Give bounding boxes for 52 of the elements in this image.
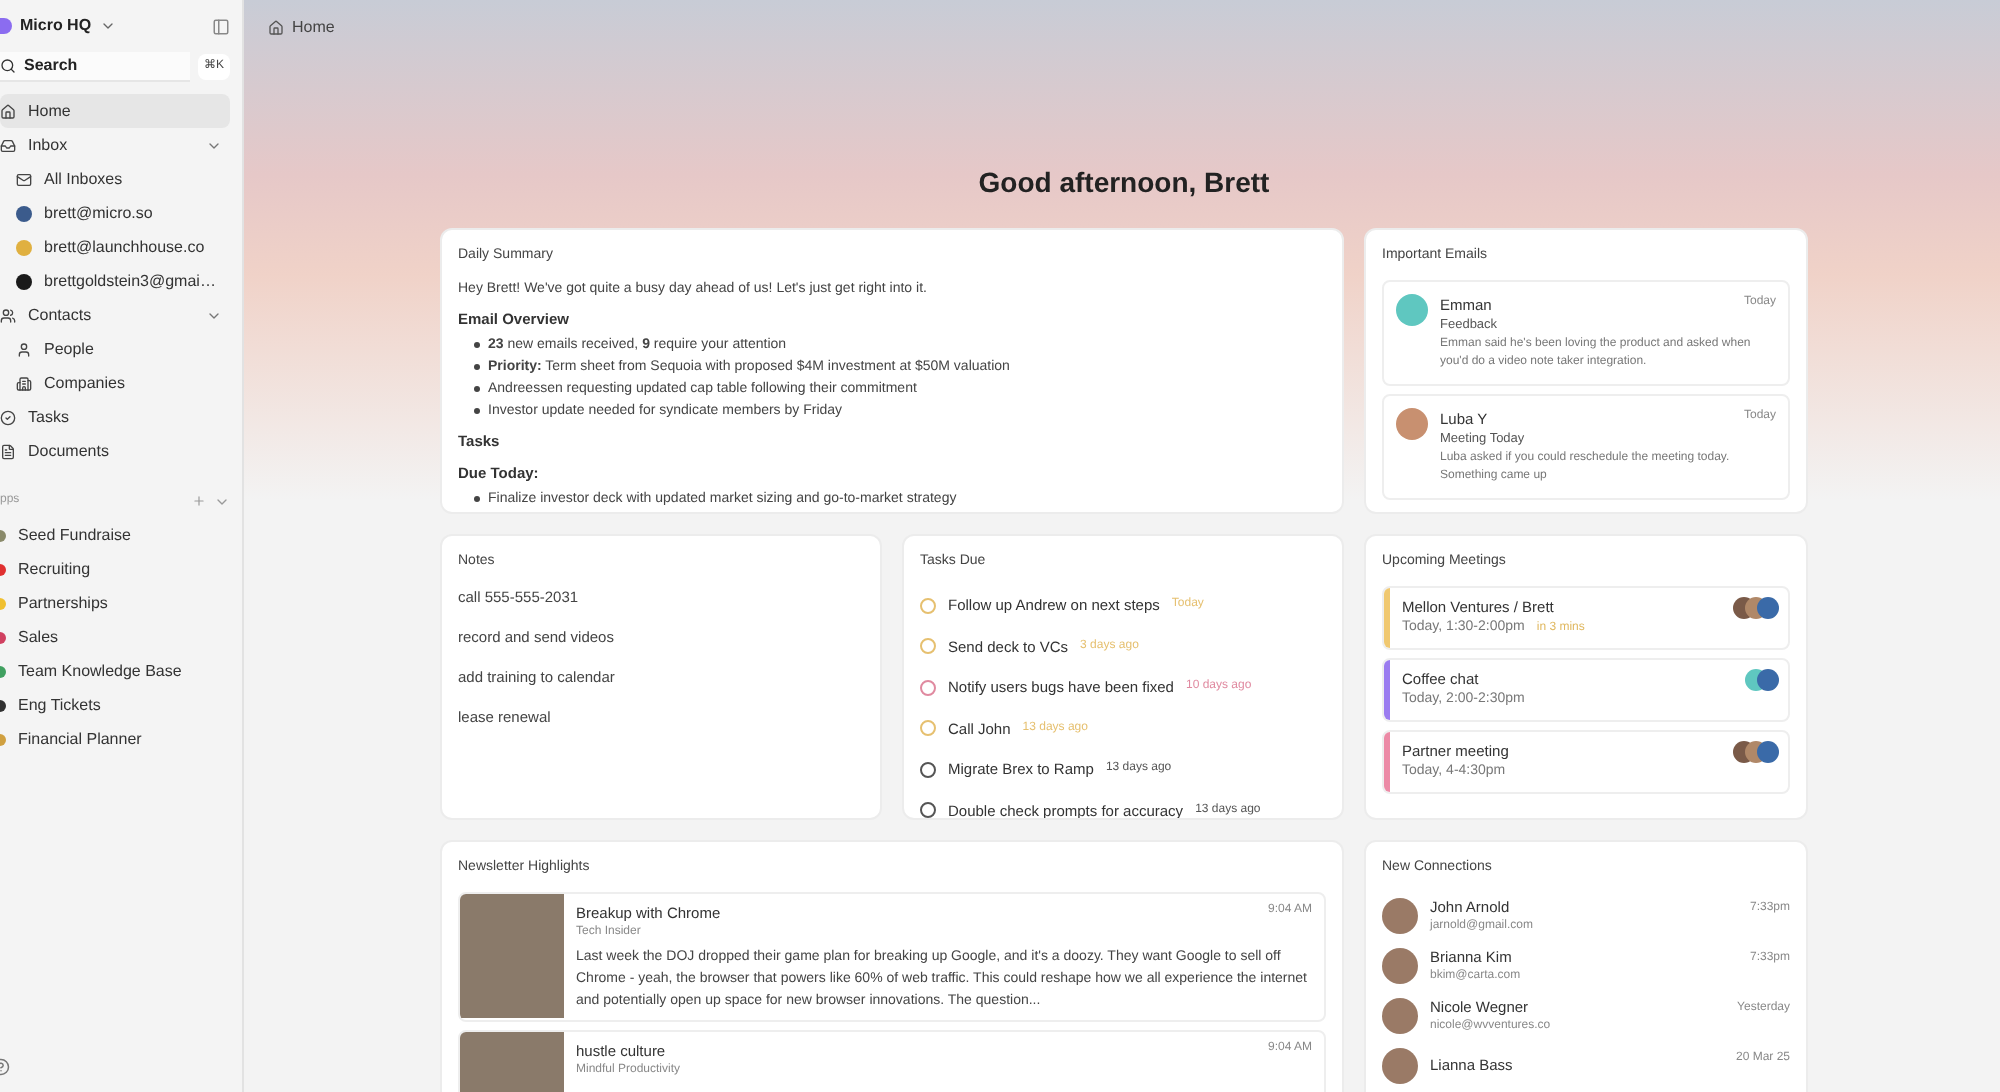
task-checkbox[interactable] <box>920 802 936 818</box>
newsletter-card[interactable] <box>458 891 1326 1022</box>
inbox-icon <box>0 137 16 153</box>
sidebar-item[interactable]: Companies <box>0 366 230 400</box>
sidebar-item[interactable]: Tasks <box>0 400 230 434</box>
bullet-icon <box>474 342 480 349</box>
contacts-icon <box>0 307 16 323</box>
sidebar-item[interactable]: All Inboxes <box>0 162 230 196</box>
sidebar-item[interactable]: People <box>0 332 230 366</box>
app-item[interactable]: Seed Fundraise <box>0 518 230 552</box>
sidebar-item[interactable]: Inbox <box>0 128 230 162</box>
chevron-icon[interactable] <box>99 18 116 34</box>
task-checkbox[interactable] <box>920 761 936 778</box>
photo-placeholder <box>460 893 564 1017</box>
people-icon <box>16 341 32 357</box>
search-icon <box>0 58 16 74</box>
inboxes-icon <box>16 171 32 187</box>
greeting-heading: Good afternoon, Brett <box>978 164 1270 202</box>
task-checkbox[interactable] <box>920 679 936 696</box>
sidebar-item[interactable]: brettgoldstein3@gmai… <box>0 264 230 298</box>
sidebar-item[interactable]: Home <box>0 94 230 128</box>
app-item[interactable]: Partnerships <box>0 586 230 620</box>
documents-icon <box>0 443 16 459</box>
app-item[interactable]: Recruiting <box>0 552 230 586</box>
sidebar-item[interactable]: Contacts <box>0 298 230 332</box>
search-field[interactable]: Search <box>0 52 190 82</box>
avatar <box>1382 948 1418 984</box>
sidebar-item[interactable]: Documents <box>0 434 230 468</box>
avatar <box>1382 1048 1418 1084</box>
breadcrumb[interactable]: Home <box>292 16 335 40</box>
companies-icon <box>16 375 32 391</box>
app-item[interactable]: Eng Tickets <box>0 688 230 722</box>
bullet-icon <box>474 386 480 393</box>
tasks-icon <box>0 409 16 425</box>
home-icon <box>268 20 284 36</box>
app-item[interactable]: Financial Planner <box>0 722 230 756</box>
sidebar-toggle-icon[interactable] <box>212 17 230 35</box>
sidebar-item[interactable]: brett@micro.so <box>0 196 230 230</box>
task-checkbox[interactable] <box>920 597 936 614</box>
app-item[interactable]: Sales <box>0 620 230 654</box>
bullet-icon <box>474 364 480 371</box>
task-checkbox[interactable] <box>920 720 936 737</box>
workspace-logo-icon <box>0 18 12 34</box>
task-checkbox[interactable] <box>920 638 936 655</box>
avatar <box>1382 998 1418 1034</box>
bullet-icon <box>474 408 480 415</box>
avatar <box>1382 898 1418 934</box>
app-item[interactable]: Team Knowledge Base <box>0 654 230 688</box>
sidebar-item[interactable]: brett@launchhouse.co <box>0 230 230 264</box>
workspace-name[interactable]: Micro HQ <box>20 14 92 38</box>
bullet-icon <box>474 495 480 502</box>
home-icon <box>0 103 16 119</box>
